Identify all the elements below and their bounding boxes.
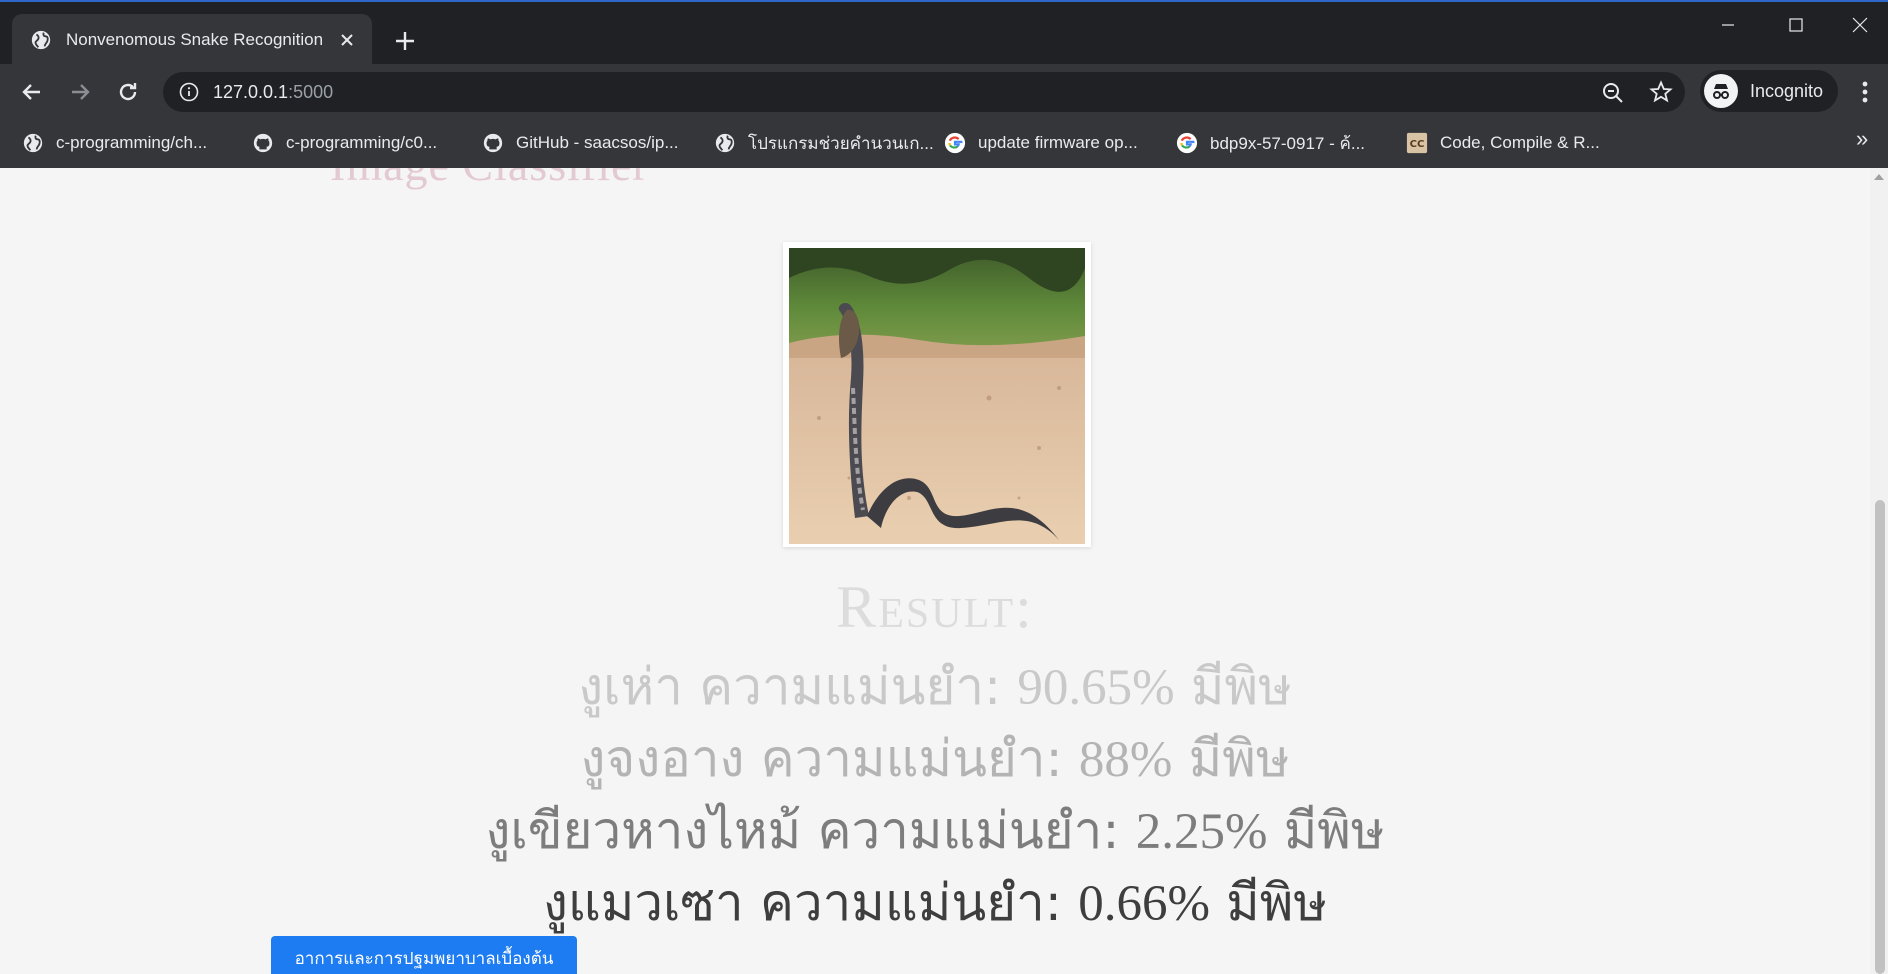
incognito-profile-button[interactable]: Incognito [1700,70,1838,112]
brand-title-partial: Image Classifier [330,168,649,191]
svg-text:CC: CC [1410,139,1425,150]
confidence-value: 0.66% [1078,876,1210,932]
snake-name: งูแมวเซา [542,874,744,933]
reload-icon[interactable] [114,78,142,106]
tab-strip: Nonvenomous Snake Recognition [0,2,1888,66]
bookmark-star-icon[interactable] [1649,80,1673,104]
bookmark-item[interactable]: GitHub - saacsos/ip... [482,128,679,158]
profile-label: Incognito [1750,80,1824,101]
snake-name: งูเขียวหางไหม้ [485,802,802,861]
confidence-label: ความแม่นยำ: [760,730,1063,789]
confidence-value: 2.25% [1135,804,1268,860]
google-icon [1176,132,1198,154]
bookmark-label: GitHub - saacsos/ip... [516,133,679,152]
incognito-icon [1704,74,1738,108]
cc-icon: CC [1406,132,1428,154]
confidence-label: ความแม่นยำ: [759,874,1062,933]
github-icon [253,133,273,153]
confidence-value: 88% [1078,732,1173,788]
globe-icon [31,30,51,50]
active-tab[interactable]: Nonvenomous Snake Recognition [12,14,372,66]
prediction-row: งูเขียวหางไหม้ ความแม่นยำ: 2.25% มีพิษ [0,790,1870,871]
bookmark-label: c-programming/c0... [286,133,438,152]
bookmark-label: update firmware op... [978,133,1138,152]
address-bar[interactable]: 127.0.0.1:5000 [163,72,1685,112]
new-tab-icon[interactable] [392,28,418,54]
uploaded-snake-image [789,248,1085,544]
snake-name: งูเห่า [578,658,683,717]
more-menu-icon[interactable] [1855,78,1875,106]
bookmark-item[interactable]: c-programming/ch... [22,128,207,158]
forward-icon[interactable] [66,78,94,106]
url-text[interactable]: 127.0.0.1:5000 [213,82,333,103]
window-close-icon[interactable] [1832,10,1888,40]
browser-chrome: Nonvenomous Snake Recognition 127.0.0.1:… [0,0,1888,168]
google-icon [944,132,966,154]
scroll-up-arrow-icon[interactable] [1873,172,1885,182]
tab-title: Nonvenomous Snake Recognition [66,30,324,49]
minimize-icon[interactable] [1700,10,1756,40]
bookmark-label: c-programming/ch... [56,133,208,152]
prediction-row: งูจงอาง ความแม่นยำ: 88% มีพิษ [0,718,1870,799]
bookmarks-bar: c-programming/ch... c-programming/c0... … [0,120,1888,168]
zoom-out-icon[interactable] [1601,81,1625,105]
maximize-icon[interactable] [1768,10,1824,40]
github-icon [483,133,503,153]
globe-icon [715,133,735,153]
bookmarks-overflow-icon[interactable]: » [1856,126,1868,152]
prediction-row: งูเห่า ความแม่นยำ: 90.65% มีพิษ [0,646,1870,727]
bookmark-item[interactable]: update firmware op... [944,128,1138,158]
prediction-row: งูแมวเซา ความแม่นยำ: 0.66% มีพิษ [0,862,1870,943]
close-tab-icon[interactable] [336,29,358,51]
venom-status: มีพิษ [1188,730,1290,789]
confidence-value: 90.65% [1017,660,1175,716]
uploaded-image-card [783,242,1091,547]
snake-name: งูจงอาง [580,730,745,789]
bookmark-item[interactable]: c-programming/c0... [252,128,437,158]
bookmark-item[interactable]: bdp9x-57-0917 - ค้... [1176,128,1365,158]
bookmark-label: bdp9x-57-0917 - ค้... [1210,133,1366,153]
site-info-icon[interactable] [179,82,199,102]
globe-icon [23,133,43,153]
bookmark-label: โปรแกรมช่วยคำนวนเก... [748,133,934,153]
venom-status: มีพิษ [1190,658,1292,717]
venom-status: มีพิษ [1226,874,1328,933]
result-heading: Result: [836,574,1034,640]
confidence-label: ความแม่นยำ: [699,658,1002,717]
toolbar: 127.0.0.1:5000 Incognito [0,64,1888,120]
back-icon[interactable] [18,78,46,106]
first-aid-button[interactable]: อาการและการปฐมพยาบาลเบื้องต้น [271,936,577,974]
page-content: Image Classifier [0,168,1870,974]
venom-status: มีพิษ [1283,802,1385,861]
confidence-label: ความแม่นยำ: [817,802,1120,861]
bookmark-label: Code, Compile & R... [1440,133,1600,152]
bookmark-item[interactable]: โปรแกรมช่วยคำนวนเก... [714,128,934,158]
scrollbar-thumb[interactable] [1875,500,1885,974]
bookmark-item[interactable]: CC Code, Compile & R... [1406,128,1600,158]
